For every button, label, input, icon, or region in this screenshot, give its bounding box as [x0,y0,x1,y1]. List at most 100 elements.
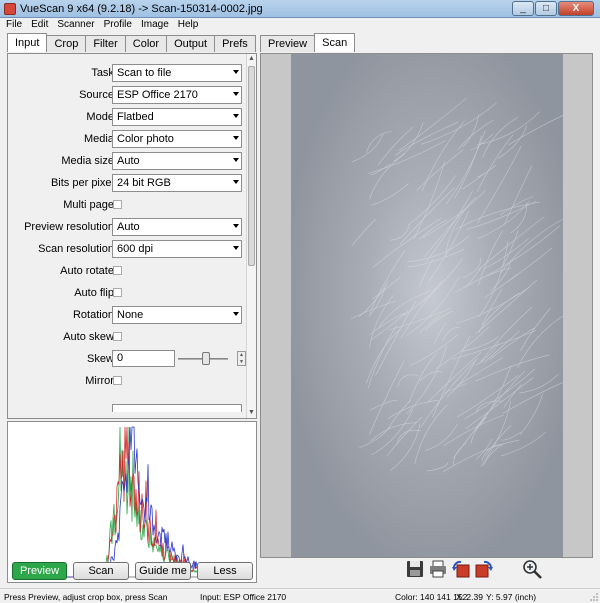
auto-rotate-row: Auto rotate: [8,262,246,282]
less-button[interactable]: Less [197,562,253,580]
bits-per-pixel-row: Bits per pixel: 24 bit RGB [8,174,246,194]
media-size-select[interactable]: Auto [112,152,242,170]
menu-bar: File Edit Scanner Profile Image Help [0,18,600,32]
status-input: Input: ESP Office 2170 [200,592,287,602]
status-x: X: 2.39 [456,592,483,602]
tab-prefs[interactable]: Prefs [214,35,256,52]
media-value: Color photo [117,133,174,145]
scanned-image-canvas [291,54,563,557]
settings-scrollbar[interactable]: ▲ ▼ [246,54,256,418]
chevron-down-icon [233,224,239,228]
scroll-up-icon[interactable]: ▲ [247,54,256,64]
chevron-down-icon [233,136,239,140]
task-row: Task: Scan to file [8,64,246,84]
window-title: VueScan 9 x64 (9.2.18) -> Scan-150314-00… [20,3,263,15]
input-settings-panel: Task: Scan to file Source: ESP Office 21… [7,53,257,419]
save-icon[interactable] [405,559,425,579]
media-select[interactable]: Color photo [112,130,242,148]
tab-preview[interactable]: Preview [260,35,316,52]
chevron-down-icon [233,70,239,74]
maximize-button[interactable]: □ [535,1,557,16]
rotate-left-icon[interactable] [451,559,471,579]
chevron-down-icon [233,92,239,96]
scanned-image[interactable] [291,54,563,557]
window-controls: _ □ X [511,1,594,16]
scan-resolution-row: Scan resolution: 600 dpi [8,240,246,260]
source-select[interactable]: ESP Office 2170 [112,86,242,104]
right-tab-strip: Preview Scan [260,33,356,52]
auto-rotate-checkbox[interactable] [113,266,122,275]
partial-select[interactable] [112,404,242,412]
scan-button[interactable]: Scan [73,562,129,580]
rotation-value: None [117,309,144,321]
auto-skew-row: Auto skew: [8,328,246,348]
tab-input[interactable]: Input [7,33,48,52]
tab-color[interactable]: Color [124,35,168,52]
main-client-area: Input Crop Filter Color Output Prefs Tas… [0,32,600,588]
multi-page-row: Multi page: [8,196,246,216]
media-row: Media: Color photo [8,130,246,150]
multi-page-checkbox[interactable] [113,200,122,209]
skew-row: Skew: 0 ▲ ▼ [8,350,246,370]
preview-resolution-row: Preview resolution: Auto [8,218,246,238]
chevron-down-icon [233,246,239,250]
mode-select[interactable]: Flatbed [112,108,242,126]
scroll-down-icon[interactable]: ▼ [247,408,256,418]
task-select[interactable]: Scan to file [112,64,242,82]
menu-profile[interactable]: Profile [104,18,132,32]
task-value: Scan to file [117,67,172,79]
zoom-in-icon[interactable] [522,559,544,579]
tab-crop[interactable]: Crop [46,35,87,52]
tab-scan[interactable]: Scan [314,33,356,52]
action-buttons: Preview Scan Guide me Less [12,562,259,580]
media-size-row: Media size: Auto [8,152,246,172]
skew-slider-thumb[interactable] [202,352,210,365]
partial-hidden-row [8,400,246,412]
media-size-value: Auto [117,155,140,167]
chevron-down-icon [233,114,239,118]
menu-edit[interactable]: Edit [31,18,48,32]
chevron-down-icon [233,180,239,184]
rotation-row: Rotation: None [8,306,246,326]
auto-flip-checkbox[interactable] [113,288,122,297]
tab-filter[interactable]: Filter [85,35,126,52]
skew-spinner[interactable]: ▲ ▼ [237,351,246,366]
status-y: Y: 5.97 (inch) [486,592,537,602]
preview-button[interactable]: Preview [12,562,67,580]
mirror-checkbox[interactable] [113,376,122,385]
scan-resolution-label: Scan resolution: [38,243,117,255]
source-value: ESP Office 2170 [117,89,198,101]
rotation-label: Rotation: [72,309,117,321]
auto-skew-label: Auto skew: [63,331,117,343]
preview-resolution-label: Preview resolution: [24,221,117,233]
auto-skew-checkbox[interactable] [113,332,122,341]
menu-file[interactable]: File [6,18,22,32]
chevron-down-icon [233,158,239,162]
tab-output[interactable]: Output [166,35,216,52]
histogram-panel [7,421,257,583]
menu-scanner[interactable]: Scanner [57,18,94,32]
close-button[interactable]: X [558,1,594,16]
multi-page-label: Multi page: [63,199,117,211]
status-hint: Press Preview, adjust crop box, press Sc… [4,592,168,602]
menu-help[interactable]: Help [178,18,199,32]
guide-me-button[interactable]: Guide me [135,562,191,580]
scan-resolution-select[interactable]: 600 dpi [112,240,242,258]
rotation-select[interactable]: None [112,306,242,324]
left-tab-strip: Input Crop Filter Color Output Prefs [7,33,256,52]
resize-grip-icon[interactable] [589,592,599,602]
print-icon[interactable] [428,559,448,579]
scan-resolution-value: 600 dpi [117,243,154,255]
menu-image[interactable]: Image [141,18,169,32]
rotate-right-icon[interactable] [474,559,494,579]
status-bar: Press Preview, adjust crop box, press Sc… [0,588,600,603]
mode-value: Flatbed [117,111,154,123]
bits-per-pixel-select[interactable]: 24 bit RGB [112,174,242,192]
mode-row: Mode: Flatbed [8,108,246,128]
media-size-label: Media size: [61,155,117,167]
minimize-button[interactable]: _ [512,1,534,16]
scrollbar-thumb[interactable] [248,66,255,266]
skew-input[interactable]: 0 [112,350,175,367]
scan-view-panel [260,53,593,558]
preview-resolution-select[interactable]: Auto [112,218,242,236]
